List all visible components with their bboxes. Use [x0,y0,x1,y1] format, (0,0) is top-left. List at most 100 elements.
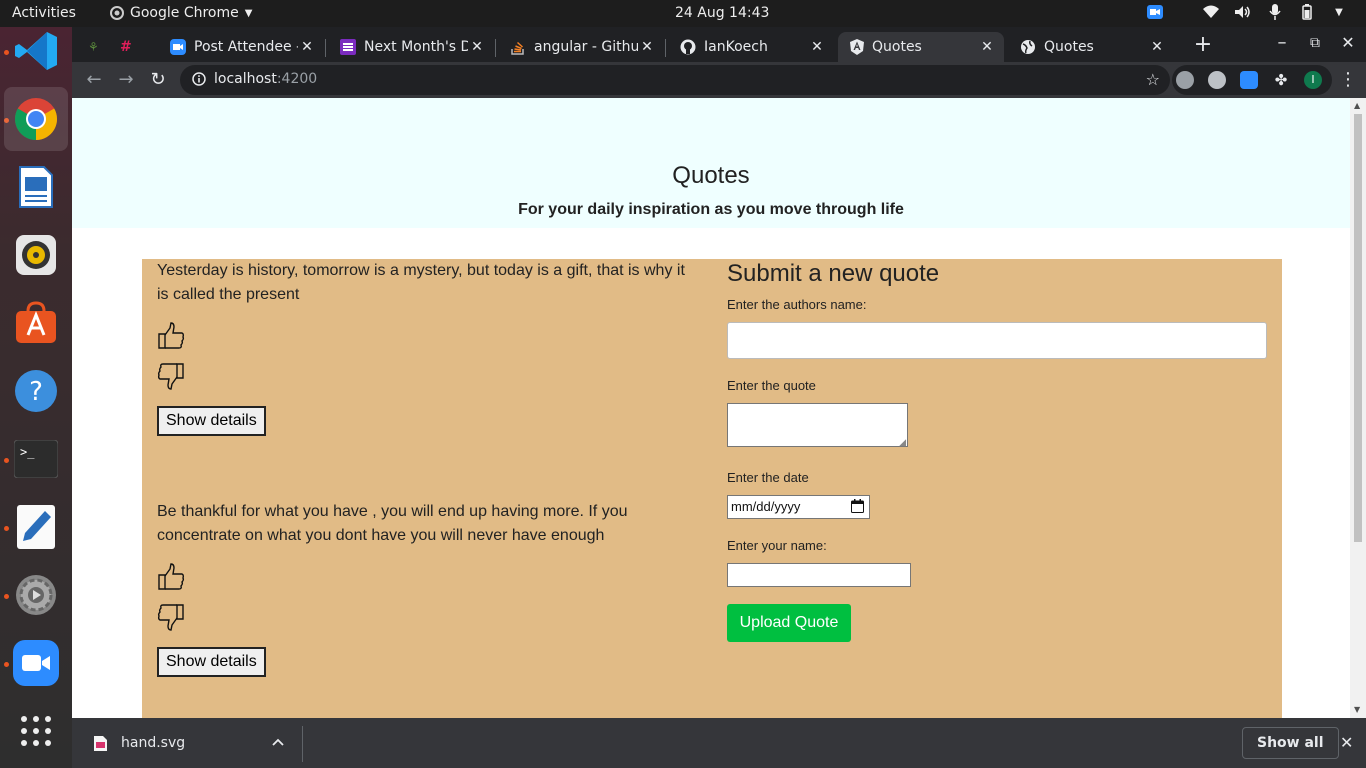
volume-icon[interactable] [1234,3,1252,21]
thumbs-down-icon[interactable] [157,362,185,390]
rhythmbox-launcher[interactable] [4,223,68,287]
scroll-up-icon[interactable]: ▲ [1354,101,1360,110]
new-quote-form: Submit a new quote Enter the authors nam… [727,259,1272,642]
page-scrollbar[interactable]: ▲ ▼ [1350,98,1366,718]
compass-extension-icon[interactable] [1208,71,1226,89]
settings-launcher[interactable] [4,563,68,627]
reload-icon[interactable]: ↻ [146,68,170,92]
microphone-icon[interactable] [1266,3,1284,21]
zoom-extension-icon[interactable] [1240,71,1258,89]
tab-post-attendee[interactable]: Post Attendee - ✕ [158,32,324,62]
tab-angular-github[interactable]: angular - Githut ✕ [498,32,664,62]
chevron-up-icon[interactable] [272,734,284,750]
quotes-panel: Yesterday is history, tomorrow is a myst… [142,259,1282,718]
chrome-menu-icon[interactable]: ⋮ [1336,68,1360,92]
close-icon[interactable]: ✕ [978,39,996,55]
quote-text: Yesterday is history, tomorrow is a myst… [157,262,685,303]
dock: ? >_ [0,27,72,768]
thumbs-up-icon[interactable] [157,322,185,350]
github-icon [680,39,696,55]
software-launcher[interactable] [4,291,68,355]
stackoverflow-icon [511,41,524,55]
chrome-launcher[interactable] [4,87,68,151]
scroll-down-icon[interactable]: ▼ [1354,705,1360,714]
svg-text:?: ? [29,377,43,407]
download-file-name: hand.svg [121,735,186,751]
close-icon[interactable]: ✕ [1148,39,1166,55]
window-close-button[interactable]: ✕ [1336,31,1360,55]
pin-icon: ⚘ [88,40,99,54]
thumbs-down-icon[interactable] [157,603,185,631]
minimize-button[interactable]: – [1270,31,1294,55]
quote-textarea[interactable]: ◢ [727,403,908,447]
show-details-button[interactable]: Show details [157,406,266,436]
power-menu-icon[interactable]: ▼ [1330,3,1348,21]
show-all-button[interactable]: Show all [1242,727,1339,759]
tab-next-month[interactable]: Next Month's D ✕ [328,32,494,62]
writer-launcher[interactable] [4,155,68,219]
vscode-launcher[interactable] [4,19,68,83]
address-bar[interactable]: localhost:4200 ☆ [180,65,1170,95]
name-input[interactable] [727,563,911,587]
profile-avatar[interactable]: I [1304,71,1322,89]
back-arrow-icon[interactable]: ← [82,68,106,92]
app-name: Google Chrome [130,5,239,21]
scrollbar-thumb[interactable] [1354,114,1362,542]
chat-extension-icon[interactable] [1176,71,1194,89]
angular-icon [850,39,864,55]
terminal-launcher[interactable]: >_ [4,427,68,491]
tab-separator [325,39,326,57]
show-details-button[interactable]: Show details [157,647,266,677]
help-launcher[interactable]: ? [4,359,68,423]
close-icon[interactable]: ✕ [298,39,316,55]
browser-toolbar: ← → ↻ localhost:4200 ☆ ✤ I ⋮ [72,62,1366,98]
terminal-icon: >_ [14,440,58,478]
tab-separator [495,39,496,57]
forward-arrow-icon[interactable]: → [114,68,138,92]
tab-quotes[interactable]: Quotes ✕ [1008,32,1174,62]
tab-pinned-1[interactable]: ⚘ [76,32,108,62]
app-grid-icon [21,716,51,746]
battery-icon[interactable] [1298,3,1316,21]
chrome-icon [14,98,58,140]
tab-separator [665,39,666,57]
slack-icon: # [120,39,132,55]
upload-quote-button[interactable]: Upload Quote [727,604,851,642]
info-icon[interactable] [192,72,206,90]
date-input[interactable]: mm/dd/yyyy [727,495,870,519]
close-shelf-icon[interactable]: ✕ [1340,733,1353,752]
quote-card: Yesterday is history, tomorrow is a myst… [157,259,692,436]
tab-pinned-2[interactable]: # [108,32,142,62]
tab-iankoech[interactable]: IanKoech ✕ [668,32,834,62]
maximize-button[interactable]: ⧉ [1303,31,1327,55]
text-editor-launcher[interactable] [4,495,68,559]
tab-title: angular - Githut [534,39,638,55]
zoom-tray-icon[interactable] [1146,3,1164,21]
author-input[interactable] [727,322,1267,359]
svg-file-icon [94,735,107,751]
zoom-launcher[interactable] [4,631,68,695]
app-menu[interactable]: Google Chrome ▼ [110,5,252,21]
show-applications-button[interactable] [4,699,68,763]
url-port: :4200 [276,71,318,87]
new-tab-button[interactable]: + [1191,33,1215,57]
thumbs-up-icon[interactable] [157,563,185,591]
resize-handle-icon[interactable]: ◢ [899,437,906,448]
wifi-icon[interactable] [1202,3,1220,21]
tab-title: Quotes [872,39,922,55]
text-editor-icon [17,505,55,549]
clock[interactable]: 24 Aug 14:43 [675,5,769,21]
calendar-icon[interactable] [851,499,864,516]
close-icon[interactable]: ✕ [638,39,656,55]
close-icon[interactable]: ✕ [808,39,826,55]
download-item[interactable]: hand.svg [94,735,185,751]
bookmark-star-icon[interactable]: ☆ [1146,70,1160,89]
system-tray[interactable]: ▼ [1146,3,1348,21]
help-icon: ? [15,370,57,412]
zoom-icon [13,640,59,686]
date-label: Enter the date [727,470,809,485]
tab-quotes-active[interactable]: Quotes ✕ [838,32,1004,62]
date-placeholder: mm/dd/yyyy [731,499,801,514]
puzzle-extensions-icon[interactable]: ✤ [1272,71,1290,89]
close-icon[interactable]: ✕ [468,39,486,55]
